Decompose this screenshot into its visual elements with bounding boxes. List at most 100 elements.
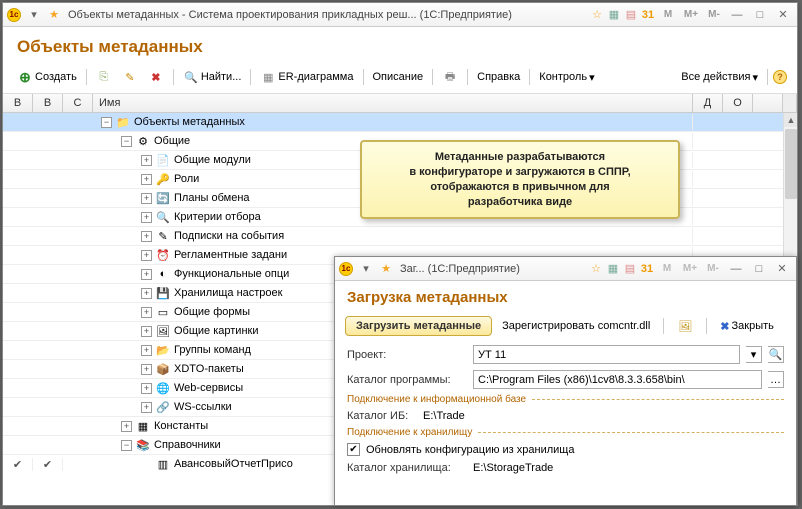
er-button[interactable]: ▦ER-диаграмма (256, 67, 357, 87)
callout-line: Метаданные разрабатываются (376, 150, 664, 165)
cell-name: +✎Подписки на события (93, 228, 693, 244)
create-button[interactable]: ⊕Создать (13, 67, 81, 87)
form-icon: ▭ (155, 304, 171, 320)
all-actions-button[interactable]: Все действия ▾ (677, 69, 762, 86)
m-minus-button[interactable]: M- (703, 261, 723, 277)
update-checkbox[interactable]: ✔ (347, 443, 360, 456)
star-icon[interactable]: ☆ (590, 8, 604, 22)
favorite-icon[interactable]: ★ (47, 8, 61, 22)
tree-label: Подписки на события (174, 230, 284, 242)
tree-label: WS-ссылки (174, 401, 232, 413)
dropdown-icon[interactable]: ▾ (356, 261, 376, 277)
minimize-button[interactable]: — (726, 261, 746, 277)
close-button[interactable]: ✖ Закрыть (716, 318, 778, 335)
star-icon[interactable]: ☆ (589, 262, 603, 276)
scroll-thumb[interactable] (785, 129, 797, 199)
find-button[interactable]: 🔍Найти... (179, 67, 246, 87)
expand-toggle[interactable]: + (141, 288, 152, 299)
col-o[interactable]: О (723, 94, 753, 112)
tool-icon[interactable]: ▦ (606, 262, 620, 276)
maximize-button[interactable]: □ (750, 7, 770, 23)
tree-label: Справочники (154, 439, 221, 451)
expand-toggle[interactable]: − (101, 117, 112, 128)
page-title: Объекты метаданных (3, 27, 797, 65)
calendar-icon[interactable]: 31 (641, 8, 655, 22)
load-metadata-button[interactable]: Загрузить метаданные (345, 316, 492, 336)
expand-toggle[interactable]: + (141, 345, 152, 356)
help-button[interactable]: Справка (473, 69, 524, 85)
expand-toggle[interactable]: − (121, 440, 132, 451)
edit-button[interactable]: ✎ (118, 67, 142, 87)
col-b2[interactable]: В (33, 94, 63, 112)
col-e[interactable] (753, 94, 783, 112)
gear-green-icon: ⚙ (135, 133, 151, 149)
tree-label: Функциональные опци (174, 268, 289, 280)
progdir-browse[interactable]: … (768, 371, 784, 388)
cell-b1: ✔ (3, 458, 33, 471)
expand-toggle[interactable]: + (121, 421, 132, 432)
expand-toggle[interactable]: + (141, 326, 152, 337)
m-button[interactable]: M (658, 7, 678, 23)
dropdown-icon[interactable]: ▾ (24, 7, 44, 23)
tree-label: Роли (174, 173, 199, 185)
expand-toggle[interactable]: + (141, 193, 152, 204)
tree-row[interactable]: +✎Подписки на события (3, 227, 797, 246)
tree-label: Планы обмена (174, 192, 250, 204)
grid-header: В В С Имя Д О (3, 94, 797, 113)
expand-toggle[interactable]: + (141, 231, 152, 242)
expand-toggle[interactable]: + (141, 155, 152, 166)
maximize-button[interactable]: □ (749, 261, 769, 277)
ibdir-row: Каталог ИБ: E:\Trade (335, 407, 796, 425)
picture-button[interactable]: 🖼 (673, 316, 697, 336)
delete-icon: ✖ (148, 69, 164, 85)
calc-icon[interactable]: ▤ (624, 8, 638, 22)
expand-toggle[interactable]: + (141, 383, 152, 394)
repodir-label: Каталог хранилища: (347, 462, 467, 474)
desc-button[interactable]: Описание (369, 69, 428, 85)
tool-icon[interactable]: ▦ (607, 8, 621, 22)
calc-icon[interactable]: ▤ (623, 262, 637, 276)
register-button[interactable]: Зарегистрировать comcntr.dll (498, 318, 654, 334)
scroll-up[interactable]: ▲ (784, 113, 797, 127)
print-icon: 🖶 (442, 69, 458, 85)
calendar-icon[interactable]: 31 (640, 262, 654, 276)
progdir-input[interactable]: C:\Program Files (x86)\1cv8\8.3.3.658\bi… (473, 370, 762, 389)
m-minus-button[interactable]: M- (704, 7, 724, 23)
print-button[interactable]: 🖶 (438, 67, 462, 87)
close-button[interactable]: ✕ (772, 261, 792, 277)
project-value: УТ 11 (478, 349, 506, 361)
expand-toggle[interactable]: + (141, 364, 152, 375)
expand-toggle[interactable]: − (121, 136, 132, 147)
expand-toggle[interactable]: + (141, 174, 152, 185)
m-plus-button[interactable]: M+ (681, 7, 701, 23)
project-input[interactable]: УТ 11 (473, 345, 740, 364)
main-titlebar: 1c ▾ ★ Объекты метаданных - Система прое… (3, 3, 797, 27)
control-button[interactable]: Контроль ▾ (535, 69, 598, 86)
delete-button[interactable]: ✖ (144, 67, 168, 87)
expand-toggle[interactable]: + (141, 250, 152, 261)
expand-toggle[interactable]: + (141, 212, 152, 223)
minimize-button[interactable]: — (727, 7, 747, 23)
repodir-row: Каталог хранилища: E:\StorageTrade (335, 459, 796, 477)
tree-row[interactable]: −📁Объекты метаданных (3, 113, 797, 132)
close-button[interactable]: ✕ (773, 7, 793, 23)
favorite-icon[interactable]: ★ (379, 262, 393, 276)
m-plus-button[interactable]: M+ (680, 261, 700, 277)
project-dropdown[interactable]: ▾ (746, 346, 762, 363)
copy-button[interactable]: ⎘ (92, 67, 116, 87)
expand-toggle[interactable]: + (141, 402, 152, 413)
m-button[interactable]: M (657, 261, 677, 277)
group-icon: 📂 (155, 342, 171, 358)
col-d[interactable]: Д (693, 94, 723, 112)
help-icon[interactable]: ? (773, 70, 787, 84)
expand-toggle[interactable]: + (141, 269, 152, 280)
project-search[interactable]: 🔍 (768, 346, 784, 363)
col-c[interactable]: С (63, 94, 93, 112)
col-b1[interactable]: В (3, 94, 33, 112)
tree-label: Общие картинки (174, 325, 259, 337)
const-icon: ▦ (135, 418, 151, 434)
copy-icon: ⎘ (96, 69, 112, 85)
app-logo-icon: 1c (339, 262, 353, 276)
expand-toggle[interactable]: + (141, 307, 152, 318)
col-name[interactable]: Имя (93, 94, 693, 112)
